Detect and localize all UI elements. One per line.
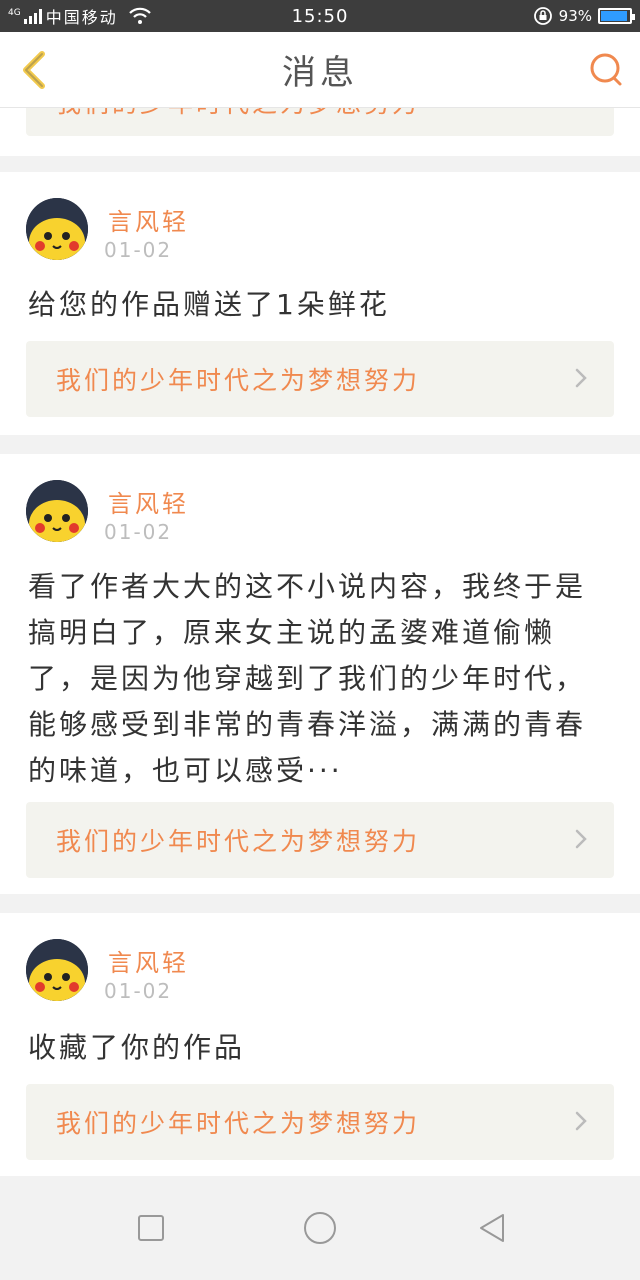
- back-button[interactable]: [14, 50, 54, 90]
- message-card: 言风轻 01-02 收藏了你的作品 我们的少年时代之为梦想努力: [0, 913, 640, 1176]
- square-icon: [138, 1215, 164, 1241]
- work-link[interactable]: 我们的少年时代之为梦想努力: [26, 341, 614, 417]
- status-bar: 4G 中国移动 15:50 93%: [0, 0, 640, 32]
- network-type: 4G: [8, 8, 21, 18]
- search-button[interactable]: [586, 50, 626, 90]
- rotation-lock-icon: [533, 6, 553, 26]
- home-button[interactable]: [302, 1210, 338, 1246]
- work-link-title: 我们的少年时代之为梦想努力: [56, 108, 420, 120]
- triangle-back-icon: [480, 1214, 504, 1242]
- avatar[interactable]: [26, 939, 88, 1001]
- work-link-title: 我们的少年时代之为梦想努力: [56, 827, 421, 856]
- search-icon: [590, 53, 622, 86]
- message-text: 看了作者大大的这不小说内容，我终于是搞明白了，原来女主说的孟婆难道偷懒了，是因为…: [28, 570, 587, 787]
- system-nav-bar: [0, 1176, 640, 1280]
- message-card: 言风轻 01-02 给您的作品赠送了1朵鲜花 我们的少年时代之为梦想努力: [0, 172, 640, 435]
- back-nav-button[interactable]: [474, 1210, 510, 1246]
- message-card-partial: 我们的少年时代之为梦想努力: [0, 108, 640, 156]
- message-card: 言风轻 01-02 看了作者大大的这不小说内容，我终于是搞明白了，原来女主说的孟…: [0, 454, 640, 894]
- message-list[interactable]: 我们的少年时代之为梦想努力 言风轻 01-02 给您的作品赠送了1朵鲜花 我们的…: [0, 108, 640, 1176]
- carrier-name: 中国移动: [45, 8, 118, 27]
- signal-icon: 4G: [8, 8, 42, 24]
- user-name[interactable]: 言风轻: [108, 484, 189, 519]
- work-link-title: 我们的少年时代之为梦想努力: [56, 1109, 421, 1138]
- header: 消息: [0, 32, 640, 108]
- chevron-right-icon: [575, 1111, 587, 1131]
- user-name[interactable]: 言风轻: [108, 202, 189, 237]
- chevron-right-icon: [575, 829, 587, 849]
- work-link[interactable]: 我们的少年时代之为梦想努力: [26, 108, 614, 136]
- clock: 15:50: [291, 5, 349, 27]
- chevron-right-icon: [575, 368, 587, 388]
- battery-icon: [598, 8, 635, 24]
- recents-button[interactable]: [133, 1210, 169, 1246]
- page-title: 消息: [282, 53, 358, 93]
- user-name[interactable]: 言风轻: [108, 943, 189, 978]
- message-date: 01-02: [104, 520, 173, 544]
- message-date: 01-02: [104, 238, 173, 262]
- work-link[interactable]: 我们的少年时代之为梦想努力: [26, 802, 614, 878]
- wifi-icon: [128, 7, 152, 25]
- message-text: 收藏了你的作品: [28, 1031, 246, 1064]
- circle-icon: [304, 1212, 336, 1244]
- message-date: 01-02: [104, 979, 173, 1003]
- avatar[interactable]: [26, 198, 88, 260]
- chevron-left-icon: [23, 51, 45, 89]
- avatar[interactable]: [26, 480, 88, 542]
- work-link[interactable]: 我们的少年时代之为梦想努力: [26, 1084, 614, 1160]
- work-link-title: 我们的少年时代之为梦想努力: [56, 366, 421, 395]
- battery-percent: 93%: [558, 7, 592, 25]
- message-text: 给您的作品赠送了1朵鲜花: [28, 288, 390, 321]
